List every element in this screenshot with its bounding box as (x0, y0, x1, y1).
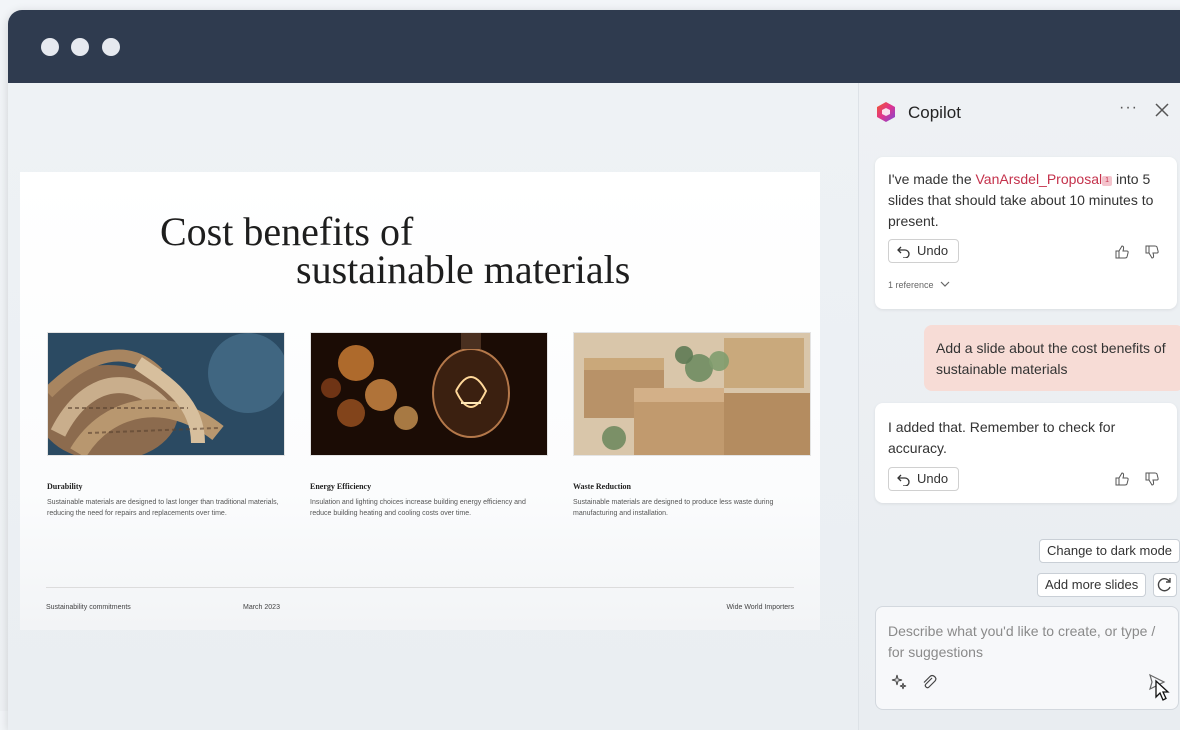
slide-column-energy: Energy Efficiency Insulation and lightin… (310, 332, 548, 519)
chevron-down-icon (940, 281, 950, 287)
boxes-image (573, 332, 811, 456)
undo-icon (897, 474, 910, 487)
references-label: 1 reference (888, 280, 934, 290)
reference-badge[interactable]: 1 (1102, 176, 1113, 186)
window-control-dot[interactable] (41, 38, 59, 56)
thumbs-down-icon[interactable] (1145, 472, 1159, 486)
window-titlebar (8, 10, 1180, 83)
suggestion-dark-mode[interactable]: Change to dark mode (1039, 539, 1180, 563)
send-icon[interactable] (1148, 673, 1170, 701)
assistant-message-text: I've made the VanArsdel_Proposal 1 into 5… (888, 169, 1170, 232)
prompt-input[interactable]: Describe what you'd like to create, or t… (875, 606, 1179, 710)
references-toggle[interactable]: 1 reference (888, 280, 950, 290)
copilot-title: Copilot (908, 103, 961, 122)
thumbs-down-icon[interactable] (1145, 245, 1159, 259)
slide-footer: Sustainability commitments March 2023 Wi… (46, 587, 794, 611)
more-options-button[interactable]: ··· (1119, 99, 1138, 117)
copilot-logo-icon (877, 102, 895, 122)
slide-canvas: Cost benefits of sustainable materials D… (8, 83, 858, 730)
close-icon[interactable] (1153, 101, 1171, 119)
window-control-dot[interactable] (71, 38, 89, 56)
rope-image (47, 332, 285, 456)
boxes-illustration (574, 333, 810, 455)
assistant-message-card: I've made the VanArsdel_Proposal 1 into 5… (875, 157, 1177, 309)
copilot-header: Copilot ··· (875, 99, 1180, 125)
footer-right: Wide World Importers (726, 604, 794, 611)
slide-column-waste: Waste Reduction Sustainable materials ar… (573, 332, 811, 519)
undo-label: Undo (917, 243, 949, 258)
window-control-dot[interactable] (102, 38, 120, 56)
column-body: Insulation and lighting choices increase… (310, 499, 526, 517)
copilot-pane: Copilot ··· I've made the VanArsdel_Prop… (858, 83, 1180, 730)
undo-button[interactable]: Undo (888, 467, 960, 491)
footer-left: Sustainability commitments (46, 604, 131, 611)
prompt-placeholder: Describe what you'd like to create, or t… (888, 623, 1156, 660)
slide[interactable]: Cost benefits of sustainable materials D… (20, 172, 820, 630)
assistant-message-card: I added that. Remember to check for accu… (875, 403, 1177, 503)
message-prefix: I've made the (888, 171, 976, 187)
column-heading: Durability (47, 482, 83, 491)
app-window: Cost benefits of sustainable materials D… (8, 10, 1180, 730)
slide-title-line2: sustainable materials (296, 247, 631, 292)
attach-icon[interactable] (920, 673, 938, 691)
user-message-text: Add a slide about the cost benefits of s… (936, 340, 1166, 377)
column-body: Sustainable materials are designed to la… (47, 499, 279, 517)
sparkle-prompts-icon[interactable] (890, 673, 908, 691)
undo-label: Undo (917, 471, 949, 486)
refresh-suggestions-button[interactable] (1153, 573, 1177, 597)
lightbulb-illustration (311, 333, 547, 455)
thumbs-up-icon[interactable] (1115, 472, 1129, 486)
slide-column-durability: Durability Sustainable materials are des… (47, 332, 285, 519)
thumbs-up-icon[interactable] (1115, 245, 1129, 259)
file-link[interactable]: VanArsdel_Proposal (976, 171, 1103, 187)
assistant-message-text: I added that. Remember to check for accu… (888, 419, 1116, 456)
user-message-bubble: Add a slide about the cost benefits of s… (924, 325, 1180, 391)
suggestion-add-slides[interactable]: Add more slides (1037, 573, 1147, 597)
column-body: Sustainable materials are designed to pr… (573, 499, 774, 517)
refresh-icon (1157, 578, 1171, 592)
column-heading: Waste Reduction (573, 482, 631, 491)
footer-date: March 2023 (243, 604, 280, 611)
undo-icon (897, 246, 910, 259)
lightbulb-image (310, 332, 548, 456)
rope-illustration (48, 333, 284, 455)
undo-button[interactable]: Undo (888, 239, 960, 263)
column-heading: Energy Efficiency (310, 482, 372, 491)
